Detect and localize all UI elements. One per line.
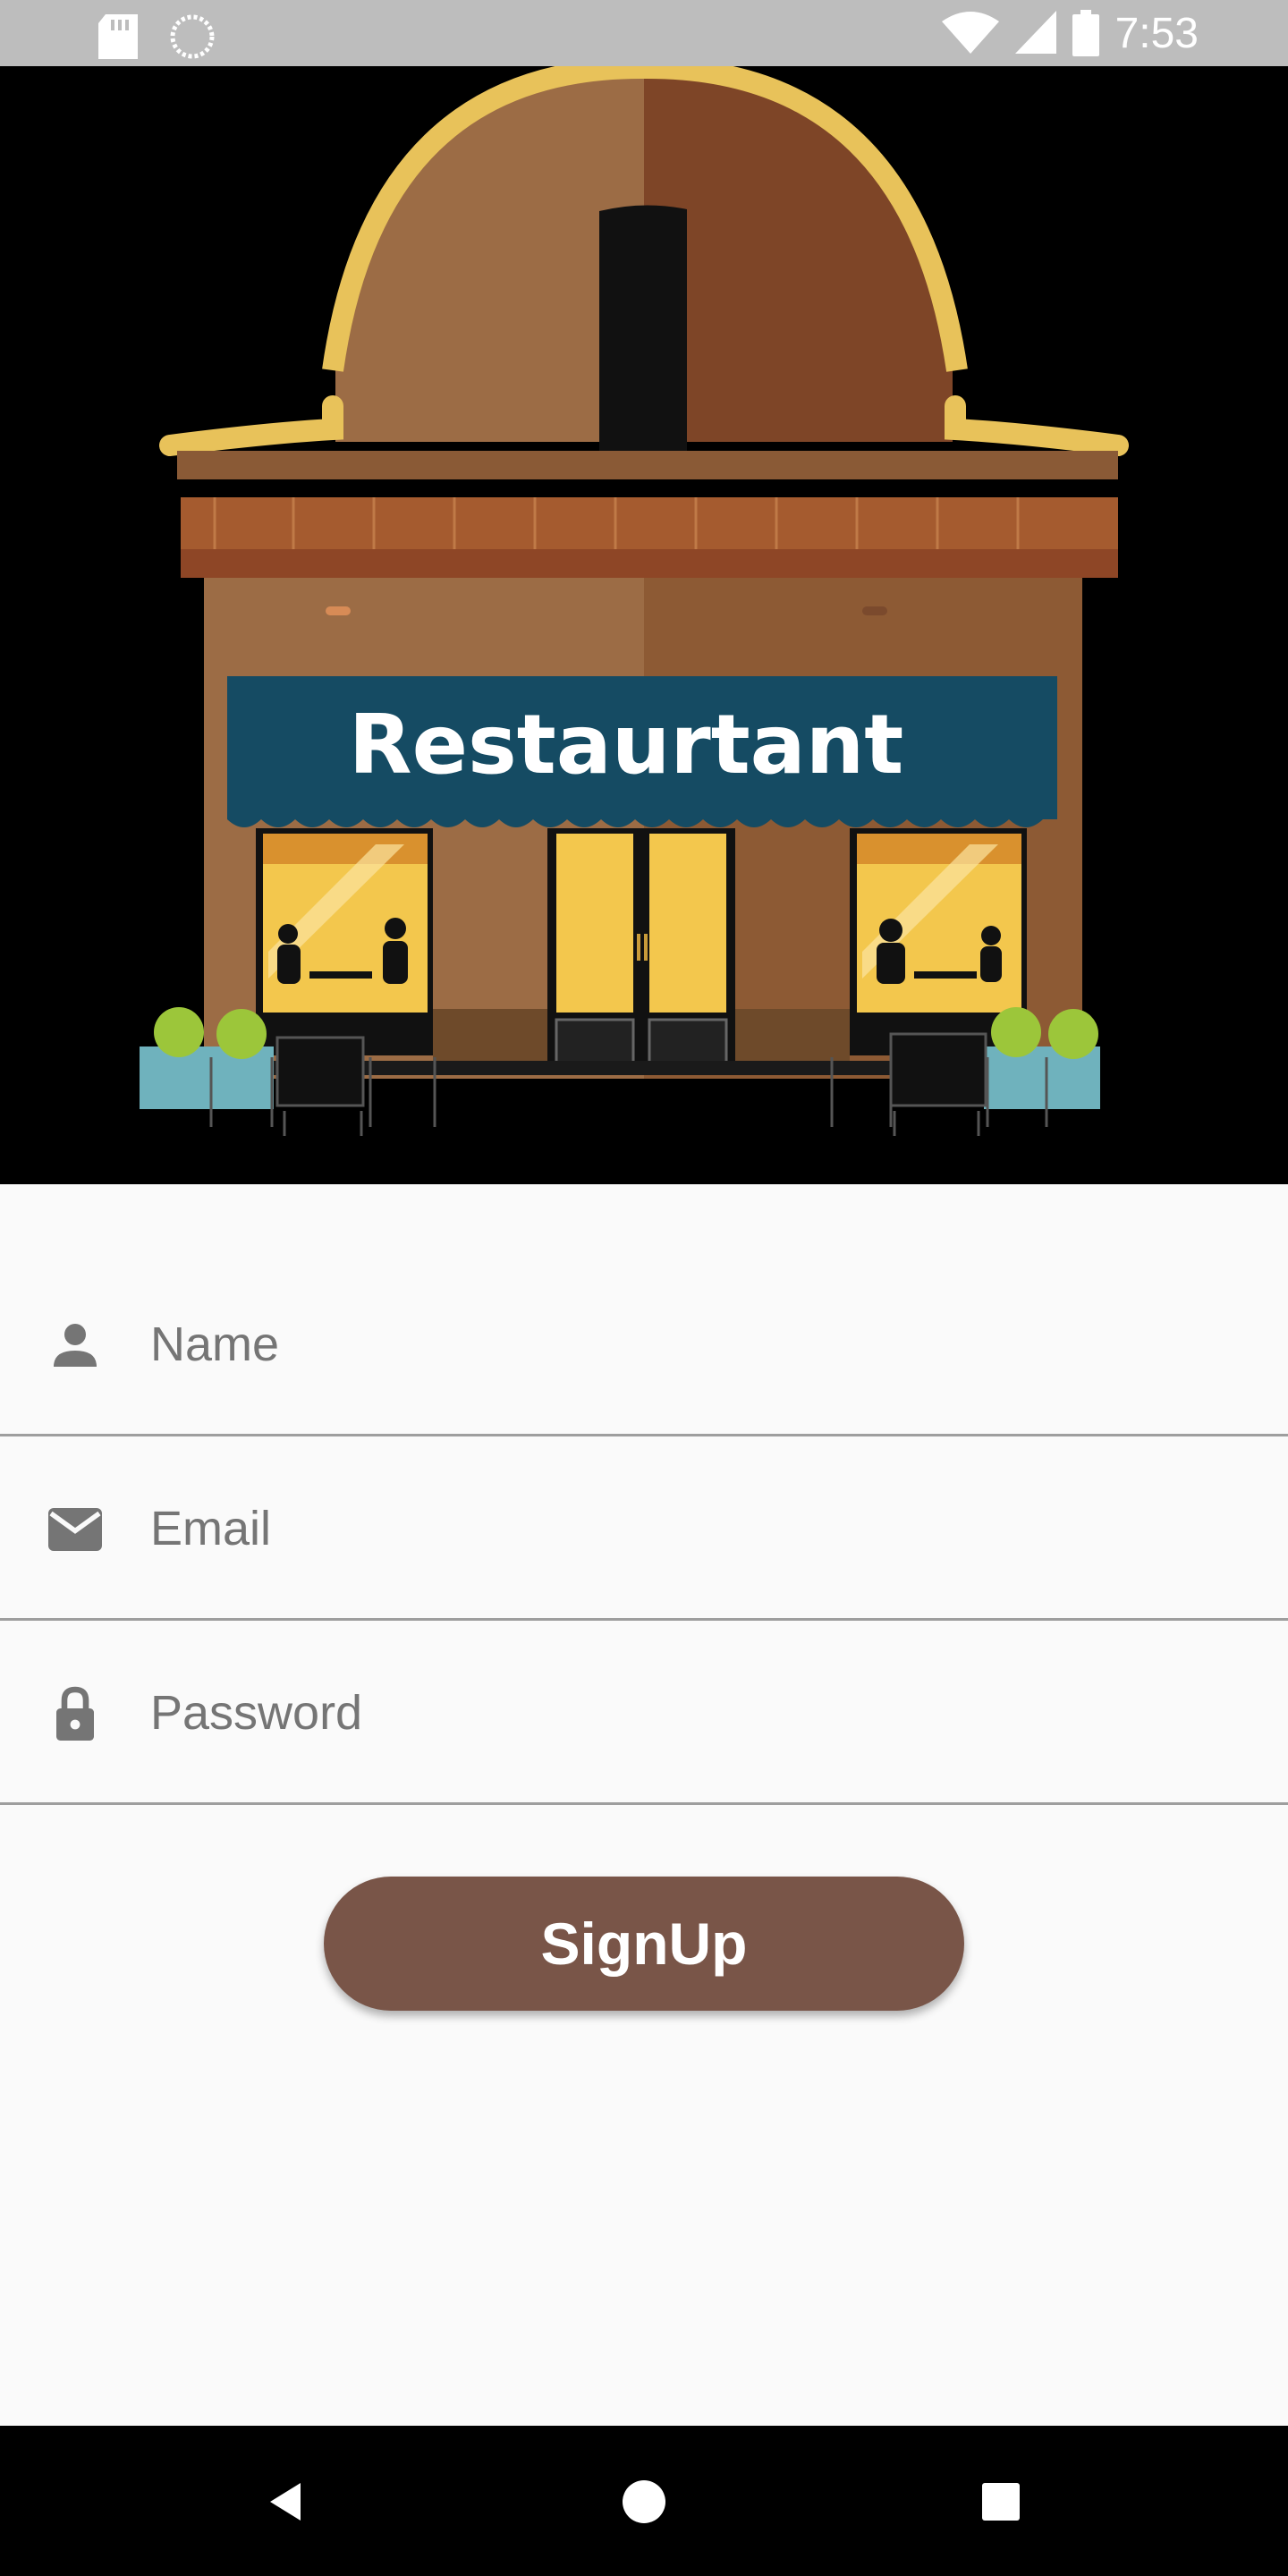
lock-icon: [56, 1686, 94, 1741]
password-placeholder: Password: [150, 1686, 363, 1740]
navigation-bar: [0, 2426, 1288, 2576]
signal-icon: [1014, 11, 1056, 54]
sd-card-icon: [98, 14, 138, 59]
restaurant-sign-text: Restaurtant: [349, 697, 903, 792]
signup-button[interactable]: SignUp: [324, 1877, 964, 2011]
name-placeholder: Name: [150, 1318, 280, 1371]
restaurant-storefront-illustration: Restaurtant: [0, 66, 1288, 1184]
home-icon[interactable]: [613, 2470, 675, 2533]
password-field[interactable]: Password: [0, 1621, 1288, 1805]
status-left-icons: [98, 14, 215, 59]
email-field[interactable]: Email: [0, 1436, 1288, 1621]
email-placeholder: Email: [150, 1502, 272, 1555]
person-icon: [54, 1324, 97, 1367]
back-icon[interactable]: [254, 2470, 317, 2533]
status-time: 7:53: [1114, 9, 1199, 57]
mail-icon: [48, 1508, 102, 1551]
name-field[interactable]: Name: [0, 1252, 1288, 1436]
status-right: 7:53: [941, 7, 1199, 59]
recents-icon[interactable]: [970, 2470, 1032, 2533]
wifi-icon: [941, 12, 999, 54]
sync-icon: [170, 14, 215, 59]
status-bar: 7:53: [0, 0, 1288, 66]
battery-icon: [1072, 10, 1099, 56]
